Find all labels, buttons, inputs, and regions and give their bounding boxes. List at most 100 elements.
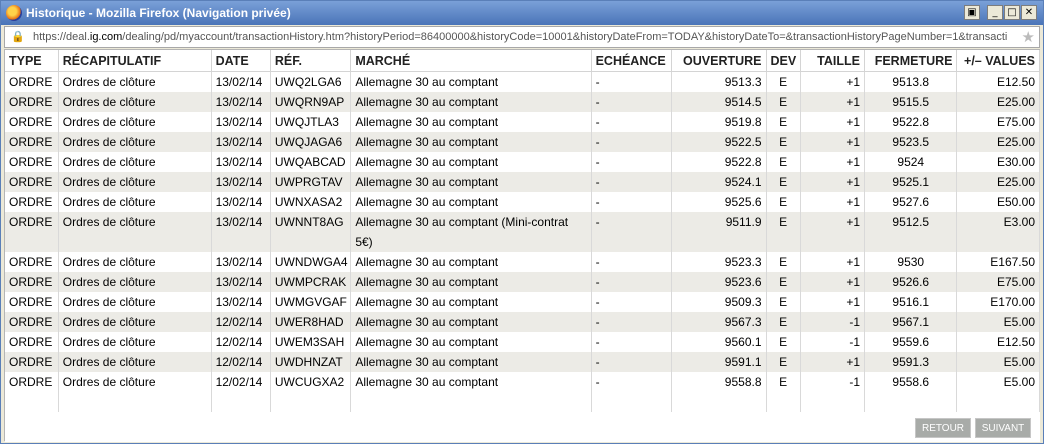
table-row[interactable]: ORDRE Ordres de clôture 13/02/14 UWNDWGA4 Al…: [5, 251, 1040, 272]
cell-dev: E: [766, 211, 801, 252]
cell-taille: +1: [800, 351, 866, 372]
table-row[interactable]: ORDRE Ordres de clôture 13/02/14 UWPRGTAV Al…: [5, 171, 1040, 192]
cell-ref: UWCUGXA2: [270, 371, 352, 392]
cell-date: 13/02/14: [211, 131, 271, 152]
col-dev[interactable]: DEV: [766, 50, 801, 72]
cell-ref: UWNXASA2: [270, 191, 352, 212]
cell-ouverture: 9523.3: [671, 251, 767, 272]
cell-marche: Allemagne 30 au comptant: [350, 311, 592, 332]
cell-date: 13/02/14: [211, 271, 271, 292]
cell-ref: UWQABCAD: [270, 151, 352, 172]
col-echeance[interactable]: ECHÉANCE: [591, 50, 673, 72]
cell-ouverture: 9511.9: [671, 211, 767, 252]
cell-dev: E: [766, 191, 801, 212]
table-header-row: TYPE RÉCAPITULATIF DATE RÉF. MARCHÉ ECHÉ…: [5, 50, 1040, 72]
table-row[interactable]: ORDRE Ordres de clôture 13/02/14 UWNNT8AG Al…: [5, 211, 1040, 252]
cell-recap: Ordres de clôture: [58, 371, 212, 392]
cell-marche: Allemagne 30 au comptant: [350, 111, 592, 132]
retour-button[interactable]: RETOUR: [915, 418, 971, 438]
cell-date: 13/02/14: [211, 111, 271, 132]
cell-marche: Allemagne 30 au comptant: [350, 191, 592, 212]
cell-fermeture: 9567.1: [864, 311, 958, 332]
table-row[interactable]: ORDRE Ordres de clôture 13/02/14 UWMGVGAF Al…: [5, 291, 1040, 312]
cell-marche: Allemagne 30 au comptant: [350, 291, 592, 312]
cell-dev: E: [766, 291, 801, 312]
cell-taille: +1: [800, 291, 866, 312]
cell-fermeture: 9516.1: [864, 291, 958, 312]
cell-echeance: -: [591, 271, 673, 292]
cell-dev: E: [766, 311, 801, 332]
cell-recap: Ordres de clôture: [58, 91, 212, 112]
cell-date: 13/02/14: [211, 251, 271, 272]
col-type[interactable]: TYPE: [5, 50, 59, 72]
cell-type: ORDRE: [5, 211, 59, 252]
table-row[interactable]: ORDRE Ordres de clôture 13/02/14 UWQRN9AP Al…: [5, 91, 1040, 112]
cell-values: E25.00: [956, 91, 1040, 112]
col-ref[interactable]: RÉF.: [270, 50, 352, 72]
table-row[interactable]: ORDRE Ordres de clôture 12/02/14 UWER8HAD Al…: [5, 311, 1040, 332]
cell-echeance: -: [591, 311, 673, 332]
col-fermeture[interactable]: FERMETURE: [864, 50, 958, 72]
cell-dev: E: [766, 151, 801, 172]
browser-window: Historique - Mozilla Firefox (Navigation…: [0, 0, 1044, 444]
cell-date: 13/02/14: [211, 151, 271, 172]
cell-values: E75.00: [956, 111, 1040, 132]
cell-fermeture: 9526.6: [864, 271, 958, 292]
col-taille[interactable]: TAILLE: [800, 50, 866, 72]
cell-fermeture: 9559.6: [864, 331, 958, 352]
table-row[interactable]: ORDRE Ordres de clôture 13/02/14 UWQJTLA3 Al…: [5, 111, 1040, 132]
col-values[interactable]: +/– VALUES: [956, 50, 1040, 72]
table-row[interactable]: ORDRE Ordres de clôture 13/02/14 UWQABCAD Al…: [5, 151, 1040, 172]
table-row[interactable]: ORDRE Ordres de clôture 13/02/14 UWMPCRAK Al…: [5, 271, 1040, 292]
address-bar[interactable]: 🔒 https://deal.ig.com/dealing/pd/myaccou…: [4, 26, 1040, 48]
table-row[interactable]: ORDRE Ordres de clôture 12/02/14 UWDHNZAT Al…: [5, 351, 1040, 372]
cell-echeance: -: [591, 331, 673, 352]
restore-tab-icon[interactable]: ▣: [964, 5, 980, 20]
col-ouverture[interactable]: OUVERTURE: [671, 50, 767, 72]
cell-echeance: -: [591, 71, 673, 92]
cell-echeance: -: [591, 371, 673, 392]
cell-ouverture: 9509.3: [671, 291, 767, 312]
cell-date: 12/02/14: [211, 331, 271, 352]
cell-ouverture: 9523.6: [671, 271, 767, 292]
minimize-button[interactable]: _: [987, 5, 1003, 20]
cell-ouverture: 9558.8: [671, 371, 767, 392]
pagination-footer: RETOUR SUIVANT: [5, 412, 1040, 442]
url-text[interactable]: https://deal.ig.com/dealing/pd/myaccount…: [33, 31, 1013, 43]
cell-recap: Ordres de clôture: [58, 251, 212, 272]
cell-echeance: -: [591, 211, 673, 252]
cell-marche: Allemagne 30 au comptant: [350, 91, 592, 112]
table-row[interactable]: ORDRE Ordres de clôture 13/02/14 UWNXASA2 Al…: [5, 191, 1040, 212]
maximize-button[interactable]: □: [1004, 5, 1020, 20]
cell-dev: E: [766, 271, 801, 292]
cell-ref: UWMPCRAK: [270, 271, 352, 292]
suivant-button[interactable]: SUIVANT: [975, 418, 1031, 438]
cell-type: ORDRE: [5, 291, 59, 312]
cell-date: 13/02/14: [211, 171, 271, 192]
cell-recap: Ordres de clôture: [58, 171, 212, 192]
cell-recap: Ordres de clôture: [58, 351, 212, 372]
cell-echeance: -: [591, 191, 673, 212]
cell-marche: Allemagne 30 au comptant: [350, 151, 592, 172]
col-recapitulatif[interactable]: RÉCAPITULATIF: [58, 50, 212, 72]
cell-fermeture: 9522.8: [864, 111, 958, 132]
col-date[interactable]: DATE: [211, 50, 271, 72]
close-button[interactable]: ✕: [1021, 5, 1037, 20]
cell-ouverture: 9514.5: [671, 91, 767, 112]
cell-echeance: -: [591, 171, 673, 192]
cell-ref: UWPRGTAV: [270, 171, 352, 192]
table-row[interactable]: ORDRE Ordres de clôture 12/02/14 UWCUGXA2 Al…: [5, 371, 1040, 392]
cell-taille: +1: [800, 211, 866, 252]
cell-recap: Ordres de clôture: [58, 291, 212, 312]
cell-ouverture: 9567.3: [671, 311, 767, 332]
bookmark-star-icon[interactable]: ★: [1022, 28, 1035, 46]
table-row[interactable]: ORDRE Ordres de clôture 13/02/14 UWQJAGA6 Al…: [5, 131, 1040, 152]
table-row[interactable]: ORDRE Ordres de clôture 13/02/14 UWQ2LGA6 Al…: [5, 71, 1040, 92]
table-row[interactable]: ORDRE Ordres de clôture 12/02/14 UWEM3SAH Al…: [5, 331, 1040, 352]
cell-values: E167.50: [956, 251, 1040, 272]
cell-recap: Ordres de clôture: [58, 191, 212, 212]
col-marche[interactable]: MARCHÉ: [350, 50, 592, 72]
cell-echeance: -: [591, 251, 673, 272]
url-rest: /dealing/pd/myaccount/transactionHistory…: [122, 31, 1008, 43]
cell-date: 13/02/14: [211, 91, 271, 112]
